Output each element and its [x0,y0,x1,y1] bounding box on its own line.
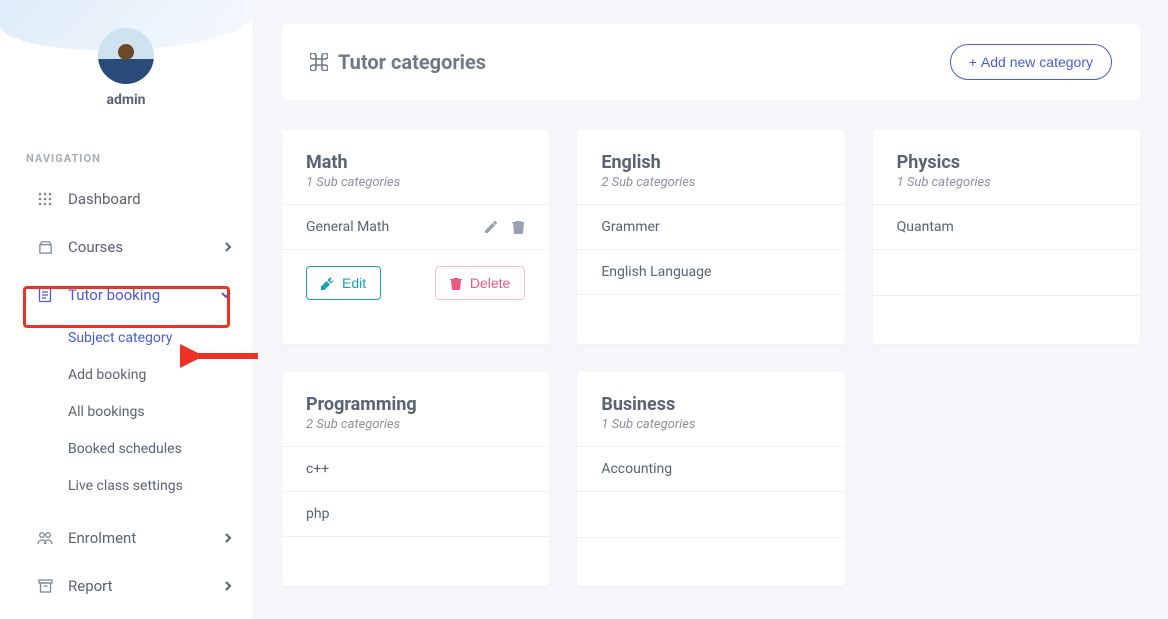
nav-label-text: Tutor booking [68,286,160,304]
category-card-english: English 2 Sub categories Grammer English… [577,130,844,344]
card-footer [577,295,844,343]
row-actions [484,220,525,234]
archive-icon [36,577,54,595]
card-header: Math 1 Sub categories [282,130,549,205]
box-icon [36,238,54,256]
subcategory-label: General Math [306,219,389,235]
category-card-business: Business 1 Sub categories Accounting [577,372,844,586]
card-spacer [577,492,844,538]
categories-grid: Math 1 Sub categories General Math [282,130,1140,586]
sub-item-label: Subject category [68,330,172,346]
page-header: Tutor categories +Add new category [282,24,1140,100]
add-button-label: Add new category [981,54,1093,70]
category-card-programming: Programming 2 Sub categories c++ php [282,372,549,586]
subcategory-row[interactable]: Grammer [577,205,844,250]
nav-subject-category[interactable]: Subject category [68,319,252,356]
nav-label-text: Report [68,577,113,595]
edit-button-label: Edit [342,275,366,291]
sub-item-label: All bookings [68,404,145,420]
nav-report[interactable]: Report [0,562,252,610]
trash-icon [450,277,462,290]
card-header: English 2 Sub categories [577,130,844,205]
card-subtitle: 2 Sub categories [306,417,525,432]
subcategory-label: Grammer [601,219,659,235]
chevron-right-icon [224,241,232,253]
card-footer: Edit Delete [282,250,549,320]
delete-button-label: Delete [470,275,510,291]
nav-dashboard[interactable]: Dashboard [0,175,252,223]
nav-booked-schedules[interactable]: Booked schedules [68,430,252,467]
nav-tutor-booking-subitems: Subject category Add booking All booking… [0,319,252,504]
subcategory-label: Quantam [897,219,954,235]
edit-category-button[interactable]: Edit [306,266,381,300]
subcategory-label: Accounting [601,461,672,477]
avatar[interactable] [98,28,154,84]
category-card-math: Math 1 Sub categories General Math [282,130,549,344]
page-title-text: Tutor categories [338,50,486,74]
clipboard-icon [36,286,54,304]
nav-add-booking[interactable]: Add booking [68,356,252,393]
card-header: Programming 2 Sub categories [282,372,549,447]
subcategory-label: English Language [601,264,711,280]
nav-label-text: Courses [68,238,123,256]
card-footer [577,538,844,586]
plus-icon: + [969,54,977,70]
card-title: Math [306,152,525,173]
command-icon [310,53,328,71]
nav-enrolment[interactable]: Enrolment [0,514,252,562]
subcategory-row[interactable]: c++ [282,447,549,492]
category-card-physics: Physics 1 Sub categories Quantam [873,130,1140,344]
nav-courses[interactable]: Courses [0,223,252,271]
add-category-button[interactable]: +Add new category [950,44,1112,80]
nav-label-text: Enrolment [68,529,136,547]
card-subtitle: 1 Sub categories [601,417,820,432]
card-footer [873,296,1140,344]
chevron-right-icon [224,532,232,544]
card-title: Physics [897,152,1116,173]
nav-tutor-booking[interactable]: Tutor booking [0,271,252,319]
nav-label-text: Dashboard [68,190,141,208]
nav-section-label: NAVIGATION [26,152,252,165]
card-footer [282,537,549,585]
sidebar: admin NAVIGATION Dashboard Courses Tutor… [0,0,252,619]
sub-item-label: Booked schedules [68,441,182,457]
chevron-right-icon [224,580,232,592]
main-content: Tutor categories +Add new category Math … [282,24,1140,586]
card-header: Business 1 Sub categories [577,372,844,447]
card-spacer [873,250,1140,296]
chevron-down-icon [220,291,232,299]
grid-icon [36,190,54,208]
username: admin [0,92,252,108]
sub-item-label: Add booking [68,367,146,383]
subcategory-row[interactable]: Quantam [873,205,1140,250]
card-title: Business [601,394,820,415]
card-subtitle: 2 Sub categories [601,175,820,190]
subcategory-row[interactable]: English Language [577,250,844,295]
subcategory-row[interactable]: General Math [282,205,549,250]
subcategory-label: php [306,506,329,522]
sidebar-header: admin [0,0,252,120]
sub-item-label: Live class settings [68,478,183,494]
edit-icon[interactable] [484,220,498,234]
card-title: Programming [306,394,525,415]
trash-icon[interactable] [512,220,525,234]
page-title: Tutor categories [310,50,486,74]
subcategory-row[interactable]: php [282,492,549,537]
card-subtitle: 1 Sub categories [897,175,1116,190]
users-icon [36,529,54,547]
subcategory-label: c++ [306,461,329,477]
nav-live-class-settings[interactable]: Live class settings [68,467,252,504]
nav-all-bookings[interactable]: All bookings [68,393,252,430]
card-title: English [601,152,820,173]
wrench-icon [321,277,334,290]
card-subtitle: 1 Sub categories [306,175,525,190]
delete-category-button[interactable]: Delete [435,266,525,300]
subcategory-row[interactable]: Accounting [577,447,844,492]
card-header: Physics 1 Sub categories [873,130,1140,205]
